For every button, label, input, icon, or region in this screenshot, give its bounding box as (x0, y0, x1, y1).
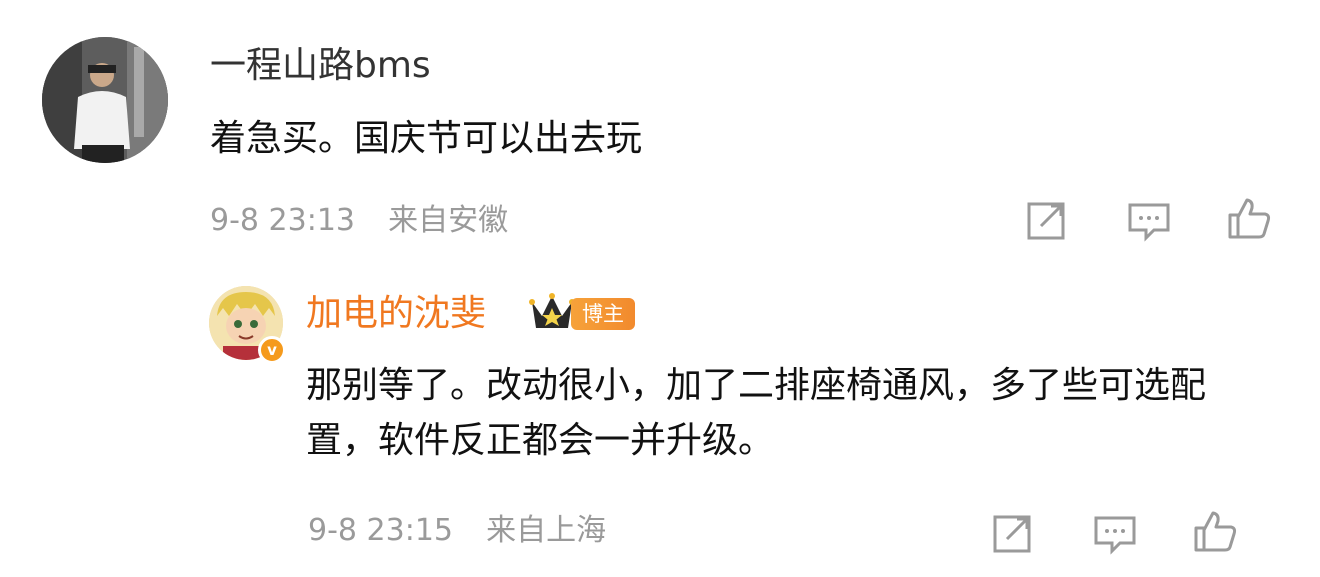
comment-text: 着急买。国庆节可以出去玩 (210, 118, 643, 159)
reply-timestamp: 9-8 23:15 (308, 513, 453, 548)
comment-username[interactable]: 一程山路bms (210, 44, 431, 88)
verified-badge: v (258, 336, 286, 364)
reply-username[interactable]: 加电的沈斐 (306, 292, 486, 336)
reply-comment-icon[interactable] (1092, 510, 1138, 556)
share-icon[interactable] (1024, 197, 1070, 243)
comment-meta: 9-8 23:13 来自安徽 (210, 203, 508, 239)
reply-meta: 9-8 23:15 来自上海 (308, 513, 606, 549)
reply-location: 来自上海 (486, 513, 607, 548)
crown-icon (528, 290, 576, 334)
comment-icon[interactable] (1126, 197, 1172, 243)
comment-location: 来自安徽 (388, 203, 509, 238)
reply-like-icon[interactable] (1192, 508, 1238, 554)
like-icon[interactable] (1226, 195, 1272, 241)
comment-timestamp: 9-8 23:13 (210, 203, 355, 238)
reply-text: 那别等了。改动很小，加了二排座椅通风，多了些可选配置，软件反正都会一并升级。 (306, 365, 1207, 461)
reply-share-icon[interactable] (990, 510, 1036, 556)
blogger-badge: 博主 (571, 298, 635, 330)
avatar[interactable] (42, 37, 168, 163)
